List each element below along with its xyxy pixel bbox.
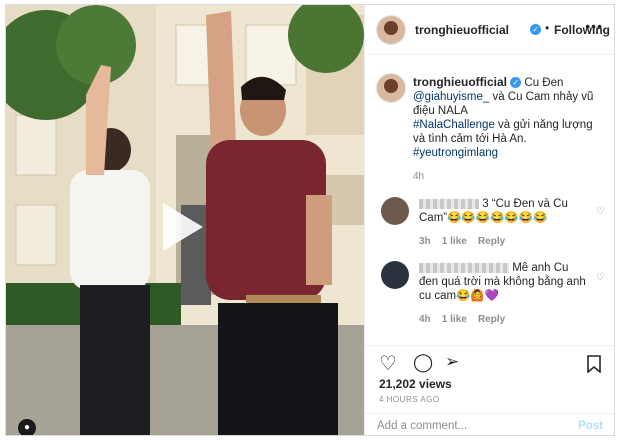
commenter-avatar[interactable] [381,197,409,225]
post-video[interactable]: ● [6,5,364,435]
blurred-username [419,198,479,209]
comment-text-cont: đen quá trời mà không bằng anh cu cam😂🙆💜 [419,276,586,302]
user-tag-icon[interactable]: ● [18,419,36,435]
share-icon[interactable]: ➢ [445,352,459,372]
post-header: tronghieuofficial ✓ • Following ••• [365,5,614,55]
comment-likes[interactable]: 1 like [442,314,467,325]
caption-username[interactable]: tronghieuofficial [413,75,507,89]
comment-like-icon[interactable]: ♡ [596,205,605,219]
comment-item: Mê anh Cu đen quá trời mà không bằng anh… [381,261,605,325]
comment-input[interactable]: Add a comment... [377,420,467,432]
comment-meta: 3h 1 like Reply [419,235,589,249]
post-caption: tronghieuofficial ✓ Cu Đen @giahuyisme_ … [413,75,603,184]
comment-likes[interactable]: 1 like [442,236,467,247]
comment-meta: 4h 1 like Reply [419,313,589,327]
header-username[interactable]: tronghieuofficial [415,23,509,37]
mention-link[interactable]: @giahuyisme_ [413,91,489,103]
avatar[interactable] [377,16,405,44]
post-details-panel: tronghieuofficial ✓ • Following ••• tron… [364,5,614,435]
comment-text: Mê anh Cu [512,262,569,274]
instagram-post-modal: ● tronghieuofficial ✓ • Following ••• tr… [5,4,615,436]
post-button[interactable]: Post [578,420,603,432]
comment-text-cont: Cam”😂😂😂😂😂😂😂 [419,212,548,224]
blurred-username [419,262,509,273]
comment-time: 4h [419,314,431,325]
commenter-avatar[interactable] [381,261,409,289]
reply-button[interactable]: Reply [478,236,505,247]
verified-icon: ✓ [510,77,522,89]
comment-like-icon[interactable]: ♡ [596,271,605,285]
comment-text: 3 “Cu Đen và Cu [482,198,568,210]
comment-icon[interactable]: ◯ [413,352,433,372]
action-bar: ♡ ◯ ➢ [365,345,614,381]
comment-body: 3 “Cu Đen và Cu Cam”😂😂😂😂😂😂😂 3h 1 like Re… [419,197,589,249]
reply-button[interactable]: Reply [478,314,505,325]
verified-icon: ✓ [530,24,541,35]
caption-timestamp: 4h [413,171,425,182]
caption-avatar[interactable] [377,74,405,102]
comment-time: 3h [419,236,431,247]
dot-separator: • [545,21,550,35]
bookmark-icon[interactable] [587,355,601,373]
hashtag-link-yeutrongimlang[interactable]: #yeutrongimlang [413,147,498,159]
post-timestamp: 4 HOURS AGO [379,395,440,404]
comment-item: 3 “Cu Đen và Cu Cam”😂😂😂😂😂😂😂 3h 1 like Re… [381,197,605,247]
view-count[interactable]: 21,202 views [379,377,452,391]
more-icon[interactable]: ••• [585,18,603,34]
comment-body: Mê anh Cu đen quá trời mà không bằng anh… [419,261,589,327]
hashtag-link-nalachallenge[interactable]: #NalaChallenge [413,119,495,131]
caption-text-1: Cu Đen [524,77,564,89]
play-icon[interactable] [163,203,203,251]
heart-icon[interactable]: ♡ [379,354,397,374]
add-comment-bar: Add a comment... Post [365,413,614,435]
